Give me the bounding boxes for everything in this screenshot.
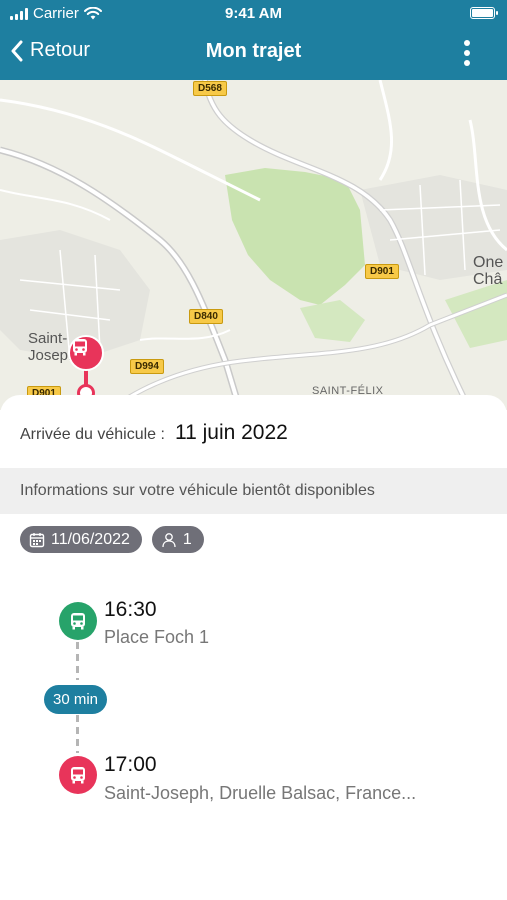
more-vertical-icon[interactable] bbox=[455, 38, 479, 68]
departure-place: Place Foch 1 bbox=[104, 627, 210, 647]
battery-icon bbox=[470, 7, 498, 19]
road-label-d901: D901 bbox=[365, 264, 399, 279]
place-line-4: Châ bbox=[473, 271, 503, 288]
trip-timeline: 16:30 Place Foch 1 30 min 17:00 Saint-Jo… bbox=[0, 590, 507, 850]
info-message: Informations sur votre véhicule bientôt … bbox=[20, 482, 375, 499]
timeline-connector bbox=[76, 642, 79, 680]
date-chip: 11/06/2022 bbox=[20, 526, 142, 553]
date-chip-label: 11/06/2022 bbox=[51, 530, 130, 548]
road-label-d568: D568 bbox=[193, 81, 227, 96]
app-header: Carrier 9:41 AM Retour Mon trajet bbox=[0, 0, 507, 80]
road-label-d840: D840 bbox=[189, 309, 223, 324]
passengers-count: 1 bbox=[182, 530, 192, 548]
trip-chips: 11/06/2022 1 bbox=[20, 526, 204, 553]
vehicle-arrival: Arrivée du véhicule : 11 juin 2022 bbox=[20, 421, 288, 445]
road-label-d994: D994 bbox=[130, 359, 164, 374]
arrival-label: Arrivée du véhicule : bbox=[20, 426, 165, 443]
calendar-icon bbox=[29, 532, 45, 547]
place-label-east: One Châ bbox=[473, 254, 503, 288]
page-title: Mon trajet bbox=[205, 40, 302, 62]
passengers-chip: 1 bbox=[151, 526, 204, 553]
arrival-stop-icon bbox=[59, 756, 97, 794]
arrival-place: Saint-Joseph, Druelle Balsac, France... bbox=[104, 783, 417, 803]
departure-stop-icon bbox=[59, 602, 97, 640]
trip-details-sheet: Arrivée du véhicule : 11 juin 2022 Infor… bbox=[0, 395, 507, 900]
duration-badge: 30 min bbox=[44, 685, 108, 714]
departure-time: 16:30 bbox=[104, 598, 157, 621]
map-view[interactable]: D568 D901 D840 D994 D901 Saint- Joseph O… bbox=[0, 80, 507, 410]
bus-icon bbox=[71, 613, 85, 630]
bus-stop-pin[interactable] bbox=[68, 335, 104, 371]
nav-bar: Retour Mon trajet bbox=[0, 30, 507, 74]
arrival-time: 17:00 bbox=[104, 753, 157, 776]
bus-icon bbox=[73, 339, 87, 356]
arrival-date: 11 juin 2022 bbox=[174, 421, 288, 444]
place-line-3: One bbox=[473, 254, 504, 271]
status-bar: Carrier 9:41 AM bbox=[0, 0, 507, 28]
info-banner: Informations sur votre véhicule bientôt … bbox=[0, 468, 507, 514]
timeline-connector bbox=[76, 715, 79, 753]
status-time: 9:41 AM bbox=[225, 5, 282, 22]
person-icon bbox=[162, 532, 176, 547]
bus-icon bbox=[71, 767, 85, 784]
